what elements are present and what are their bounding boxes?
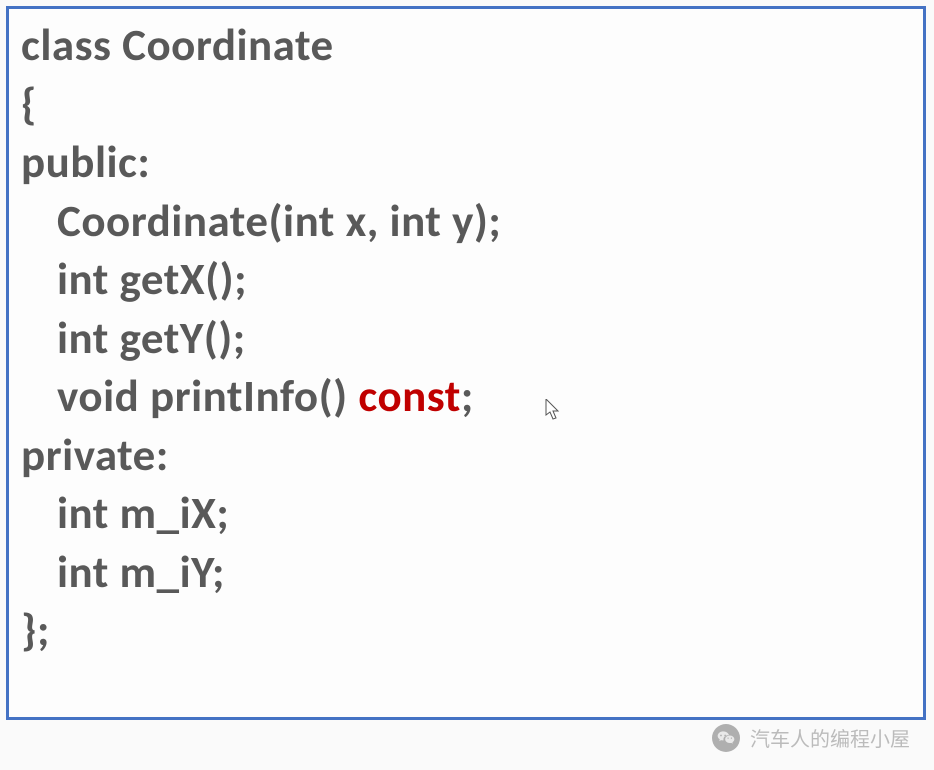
code-text: int getY(); — [57, 311, 246, 366]
watermark: 汽车人的编程小屋 — [712, 723, 910, 752]
wechat-icon — [712, 724, 740, 752]
code-text: void printInfo() — [57, 369, 358, 424]
code-text: ; — [461, 369, 474, 424]
code-line: { — [21, 76, 911, 135]
code-container: class Coordinate{public:Coordinate(int x… — [6, 6, 926, 720]
code-text: int m_iY; — [57, 545, 225, 600]
watermark-text: 汽车人的编程小屋 — [750, 723, 910, 752]
code-line: void printInfo() const; — [21, 368, 911, 427]
code-text: class Coordinate — [21, 18, 334, 73]
code-line: Coordinate(int x, int y); — [21, 193, 911, 252]
code-content: class Coordinate{public:Coordinate(int x… — [21, 17, 911, 661]
code-line: int getX(); — [21, 251, 911, 310]
code-line: public: — [21, 134, 911, 193]
code-text: private: — [21, 428, 169, 483]
code-line: class Coordinate — [21, 17, 911, 76]
code-text: int m_iX; — [57, 486, 229, 541]
code-line: }; — [21, 602, 911, 661]
code-text: Coordinate(int x, int y); — [57, 194, 501, 249]
code-line: int m_iX; — [21, 485, 911, 544]
code-line: private: — [21, 427, 911, 486]
code-text: public: — [21, 135, 150, 190]
code-line: int m_iY; — [21, 544, 911, 603]
code-text: { — [21, 77, 37, 132]
code-line: int getY(); — [21, 310, 911, 369]
keyword-const: const — [358, 369, 461, 424]
code-text: }; — [21, 603, 50, 658]
code-text: int getX(); — [57, 252, 247, 307]
